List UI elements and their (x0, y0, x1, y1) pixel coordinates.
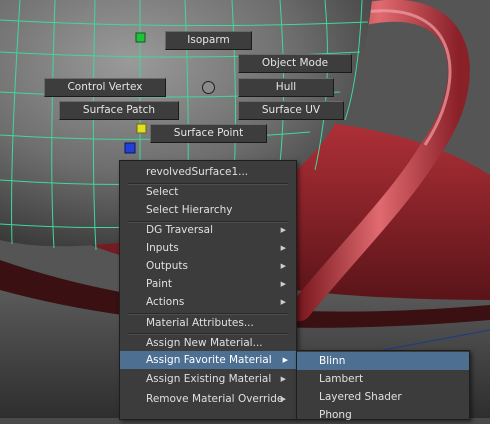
assign-existing-material-label: Assign Existing Material (146, 373, 272, 385)
context-menu: revolvedSurface1... Select Select Hierar… (119, 160, 297, 420)
submenu-arrow-icon: ▶ (282, 356, 288, 364)
remove-material-override-item[interactable]: Remove Material Override ▶ (122, 390, 294, 408)
paint-item[interactable]: Paint ▶ (122, 275, 294, 293)
paint-label: Paint (146, 278, 172, 290)
actions-item[interactable]: Actions ▶ (122, 293, 294, 311)
surface-patch-button[interactable]: Surface Patch (59, 101, 179, 120)
submenu-arrow-icon: ▶ (280, 298, 286, 306)
inputs-label: Inputs (146, 242, 179, 254)
assign-favorite-material-item[interactable]: Assign Favorite Material ▶ (120, 351, 296, 369)
submenu-arrow-icon: ▶ (280, 375, 286, 383)
submenu-arrow-icon: ▶ (280, 226, 286, 234)
outputs-label: Outputs (146, 260, 188, 272)
hull-button[interactable]: Hull (238, 78, 334, 97)
inputs-item[interactable]: Inputs ▶ (122, 239, 294, 257)
material-attributes-item[interactable]: Material Attributes... (122, 314, 294, 332)
control-vertex-button[interactable]: Control Vertex (44, 78, 166, 97)
point-marker (136, 123, 147, 134)
remove-material-override-label: Remove Material Override (146, 393, 284, 405)
dg-traversal-label: DG Traversal (146, 224, 213, 236)
dg-traversal-item[interactable]: DG Traversal ▶ (122, 221, 294, 239)
submenu-arrow-icon: ▶ (280, 395, 286, 403)
actions-label: Actions (146, 296, 185, 308)
outputs-item[interactable]: Outputs ▶ (122, 257, 294, 275)
assign-existing-material-item[interactable]: Assign Existing Material ▶ (122, 370, 294, 388)
submenu-arrow-icon: ▶ (280, 262, 286, 270)
lambert-item[interactable]: Lambert (299, 370, 467, 388)
surface-uv-button[interactable]: Surface UV (238, 101, 344, 120)
favorite-material-submenu: Blinn Lambert Layered Shader Phong (296, 350, 470, 421)
select-item[interactable]: Select (122, 183, 294, 201)
submenu-arrow-icon: ▶ (280, 244, 286, 252)
blinn-item[interactable]: Blinn (297, 352, 469, 370)
center-dot-icon (202, 81, 215, 94)
layered-shader-item[interactable]: Layered Shader (299, 388, 467, 406)
isoparm-button[interactable]: Isoparm (165, 31, 252, 50)
select-hierarchy-item[interactable]: Select Hierarchy (122, 201, 294, 219)
pivot-marker (124, 142, 136, 154)
submenu-arrow-icon: ▶ (280, 280, 286, 288)
assign-favorite-material-label: Assign Favorite Material (146, 354, 272, 366)
phong-item[interactable]: Phong (299, 406, 467, 424)
surface-point-button[interactable]: Surface Point (150, 124, 267, 143)
cv-marker (135, 32, 146, 43)
object-mode-button[interactable]: Object Mode (238, 54, 352, 73)
object-name-item[interactable]: revolvedSurface1... (122, 163, 294, 181)
assign-new-material-item[interactable]: Assign New Material... (122, 334, 294, 352)
